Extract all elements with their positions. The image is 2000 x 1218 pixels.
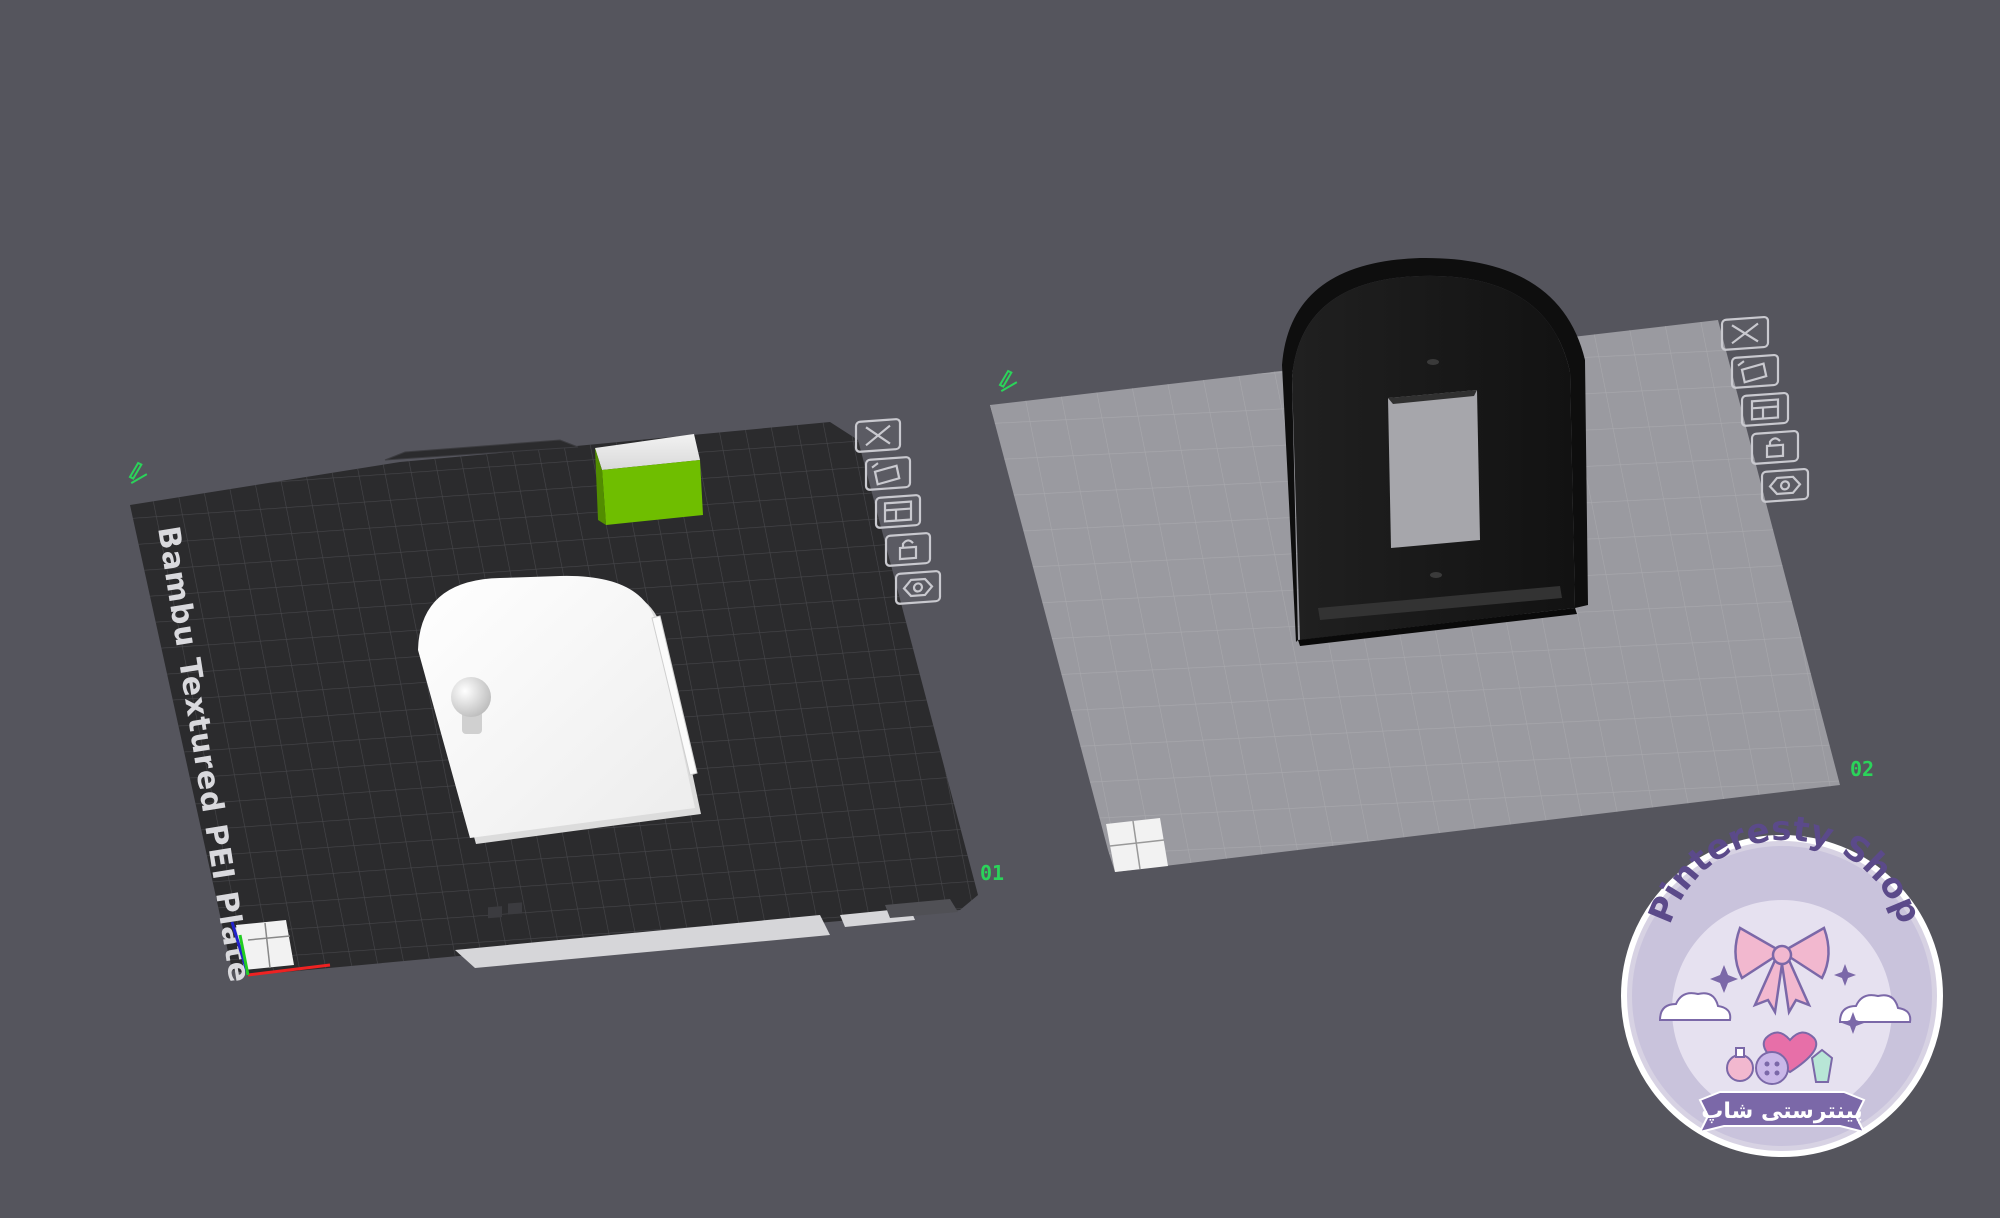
viewport-3d[interactable]: Bambu Textured PEI Plate 01 02 Pinterest… — [0, 0, 2000, 1218]
watermark-badge: Pinteresty Shop پینترستی شاپ — [1621, 809, 1943, 1157]
plate-2-number[interactable]: 02 — [1850, 757, 1874, 781]
arrange-icon[interactable] — [1740, 391, 1790, 427]
plate-1-edit-icon[interactable] — [124, 461, 148, 484]
plate-1[interactable]: Bambu Textured PEI Plate 01 — [124, 418, 1004, 986]
close-icon[interactable] — [1720, 315, 1770, 351]
arrange-icon[interactable] — [874, 494, 922, 529]
lock-icon[interactable] — [884, 532, 932, 567]
button-icon — [1755, 1051, 1789, 1085]
crystal-icon — [1810, 1048, 1834, 1083]
lock-icon[interactable] — [1750, 429, 1800, 465]
close-icon[interactable] — [854, 418, 902, 453]
black-frame-model[interactable] — [1282, 257, 1588, 646]
settings-icon[interactable] — [1760, 467, 1810, 503]
settings-icon[interactable] — [894, 570, 942, 605]
ribbon-banner: پینترستی شاپ — [1698, 1091, 1866, 1134]
plate-2-edit-icon[interactable] — [994, 369, 1018, 392]
auto-orient-icon[interactable] — [1730, 353, 1780, 389]
watermark-subtitle: پینترستی شاپ — [1701, 1099, 1862, 1124]
green-cube-model[interactable] — [595, 434, 703, 525]
plate-2[interactable]: 02 — [990, 257, 1874, 872]
auto-orient-icon[interactable] — [864, 456, 912, 491]
plate-2-origin-grid — [1106, 818, 1168, 872]
plate-1-number[interactable]: 01 — [980, 861, 1004, 885]
